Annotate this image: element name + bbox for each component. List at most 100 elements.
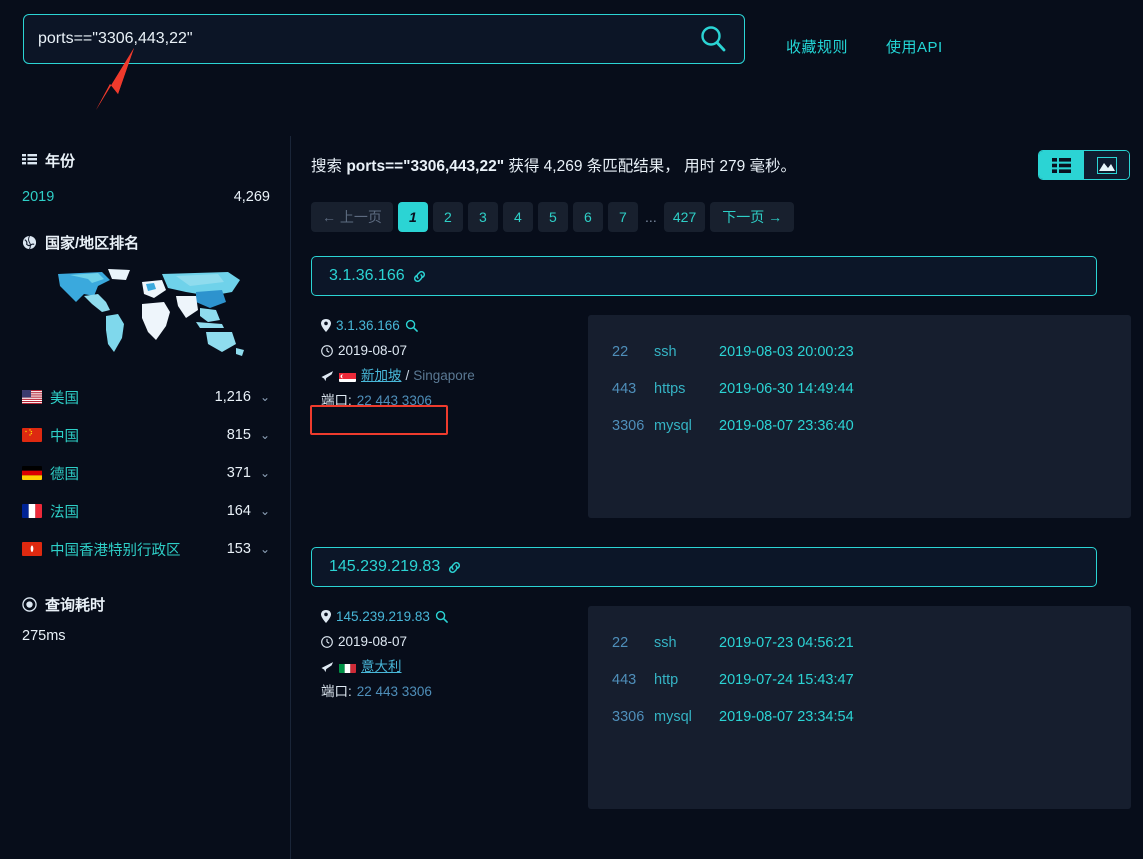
sidebar-year-row[interactable]: 2019 4,269	[22, 184, 270, 210]
pagination-page-4[interactable]: 4	[502, 202, 533, 232]
pin-icon	[321, 610, 331, 623]
query-time-section: 查询耗时 275ms	[22, 594, 270, 644]
result-ip-link[interactable]: 145.239.219.83	[329, 558, 440, 576]
service-port: 22	[612, 634, 629, 651]
pagination-page-7[interactable]: 7	[607, 202, 638, 232]
result-country-cn[interactable]: 意大利	[361, 656, 402, 677]
country-row-hk[interactable]: 中国香港特别行政区 153 ⌄	[22, 530, 270, 568]
result-meta-ip[interactable]: 145.239.219.83	[321, 606, 577, 627]
country-value: 815	[226, 427, 251, 443]
result-meta-ip-text[interactable]: 145.239.219.83	[336, 606, 430, 627]
pagination-last-page[interactable]: 427	[663, 202, 706, 232]
result-meta: 3.1.36.166 2019-08-07 新加坡 / Singapore 端口…	[311, 315, 577, 518]
world-map	[50, 266, 270, 364]
result-ip-link[interactable]: 3.1.36.166	[329, 267, 405, 285]
result-country-en: Singapore	[413, 368, 475, 383]
service-name: mysql	[654, 708, 692, 725]
pagination-page-2[interactable]: 2	[432, 202, 463, 232]
view-toggle[interactable]	[1038, 150, 1130, 180]
pin-icon	[321, 319, 331, 332]
result-date-text: 2019-08-07	[338, 343, 408, 358]
pagination-prev[interactable]: ← 上一页	[311, 202, 393, 232]
result-meta-ip-text[interactable]: 3.1.36.166	[336, 315, 400, 336]
top-navigation: 收藏规则 使用API	[786, 36, 943, 57]
service-name: ssh	[654, 343, 677, 360]
service-date: 2019-07-24 15:43:47	[719, 671, 854, 688]
plane-icon	[321, 661, 334, 673]
chart-view-icon[interactable]	[1084, 151, 1129, 179]
search-button[interactable]	[682, 15, 744, 63]
service-row[interactable]: 443 https 2019-06-30 14:49:44	[612, 370, 1131, 407]
result-meta-ip[interactable]: 3.1.36.166	[321, 315, 577, 336]
service-name: ssh	[654, 634, 677, 651]
result-location-separator: /	[405, 368, 410, 383]
country-name: 德国	[50, 466, 79, 483]
sidebar-year-title: 年份	[45, 153, 76, 170]
plane-icon	[321, 370, 334, 382]
country-name: 中国	[50, 428, 79, 445]
service-row[interactable]: 22 ssh 2019-07-23 04:56:21	[612, 624, 1131, 661]
result-ip-header[interactable]: 3.1.36.166	[311, 256, 1097, 296]
service-date: 2019-06-30 14:49:44	[719, 380, 854, 397]
pagination-page-6[interactable]: 6	[572, 202, 603, 232]
flag-us-icon	[22, 390, 42, 404]
search-icon[interactable]	[435, 610, 448, 623]
result-meta-location: 意大利	[321, 656, 577, 677]
country-row-us[interactable]: 美国 1,216 ⌄	[22, 378, 270, 416]
search-input[interactable]	[24, 15, 682, 63]
sidebar-year-label: 2019	[22, 189, 55, 205]
search-icon	[697, 23, 729, 55]
query-time-value: 275ms	[22, 628, 66, 644]
pagination-page-3[interactable]: 3	[467, 202, 498, 232]
result-card: 3.1.36.166 3.1.36.166 2019-08-07 新加坡 / S…	[311, 256, 1143, 518]
result-meta: 145.239.219.83 2019-08-07 意大利 端口: 22 443…	[311, 606, 577, 809]
service-port: 443	[612, 380, 637, 397]
country-row-de[interactable]: 德国 371 ⌄	[22, 454, 270, 492]
service-row[interactable]: 22 ssh 2019-08-03 20:00:23	[612, 333, 1131, 370]
country-row-cn[interactable]: 中国 815 ⌄	[22, 416, 270, 454]
country-value: 371	[226, 465, 251, 481]
pagination-page-5[interactable]: 5	[537, 202, 568, 232]
service-name: https	[654, 380, 686, 397]
nav-use-api[interactable]: 使用API	[886, 36, 943, 57]
country-list: 美国 1,216 ⌄ 中国 815 ⌄ 德国 371 ⌄ 法国 164 ⌄ 中国…	[22, 378, 270, 568]
country-value: 1,216	[214, 389, 251, 405]
flag-sg-icon	[339, 370, 356, 382]
result-country-cn[interactable]: 新加坡	[361, 365, 402, 386]
chevron-down-icon[interactable]: ⌄	[260, 390, 270, 404]
link-icon[interactable]	[447, 560, 462, 575]
chevron-down-icon[interactable]: ⌄	[260, 428, 270, 442]
service-row[interactable]: 443 http 2019-07-24 15:43:47	[612, 661, 1131, 698]
service-date: 2019-08-07 23:34:54	[719, 708, 854, 725]
nav-favorite-rules[interactable]: 收藏规则	[786, 36, 848, 57]
main-content: 搜索 ports=="3306,443,22" 获得 4,269 条匹配结果， …	[311, 150, 1143, 809]
result-ports-value: 22 443 3306	[356, 684, 432, 699]
clock-icon	[321, 344, 333, 357]
list-icon	[22, 153, 37, 168]
result-body: 3.1.36.166 2019-08-07 新加坡 / Singapore 端口…	[311, 315, 1143, 518]
results-summary-bar: 搜索 ports=="3306,443,22" 获得 4,269 条匹配结果， …	[311, 150, 1143, 180]
country-row-fr[interactable]: 法国 164 ⌄	[22, 492, 270, 530]
chevron-down-icon[interactable]: ⌄	[260, 466, 270, 480]
service-port: 3306	[612, 417, 645, 434]
pagination-next[interactable]: 下一页 →	[710, 202, 795, 232]
flag-fr-icon	[22, 504, 42, 518]
service-port: 22	[612, 343, 629, 360]
service-row[interactable]: 3306 mysql 2019-08-07 23:34:54	[612, 698, 1131, 735]
search-icon[interactable]	[405, 319, 418, 332]
service-port: 3306	[612, 708, 645, 725]
search-bar[interactable]	[23, 14, 745, 64]
list-view-icon[interactable]	[1039, 151, 1084, 179]
result-services-panel: 22 ssh 2019-07-23 04:56:21 443 http 2019…	[588, 606, 1131, 809]
result-meta-location: 新加坡 / Singapore	[321, 365, 577, 386]
link-icon[interactable]	[412, 269, 427, 284]
service-row[interactable]: 3306 mysql 2019-08-07 23:36:40	[612, 407, 1131, 444]
query-time-header: 查询耗时	[22, 594, 270, 615]
result-ip-header[interactable]: 145.239.219.83	[311, 547, 1097, 587]
country-value: 153	[226, 541, 251, 557]
chevron-down-icon[interactable]: ⌄	[260, 504, 270, 518]
chevron-down-icon[interactable]: ⌄	[260, 542, 270, 556]
summary-query: ports=="3306,443,22"	[346, 158, 505, 175]
pagination-page-1[interactable]: 1	[397, 202, 428, 232]
flag-cn-icon	[22, 428, 42, 442]
